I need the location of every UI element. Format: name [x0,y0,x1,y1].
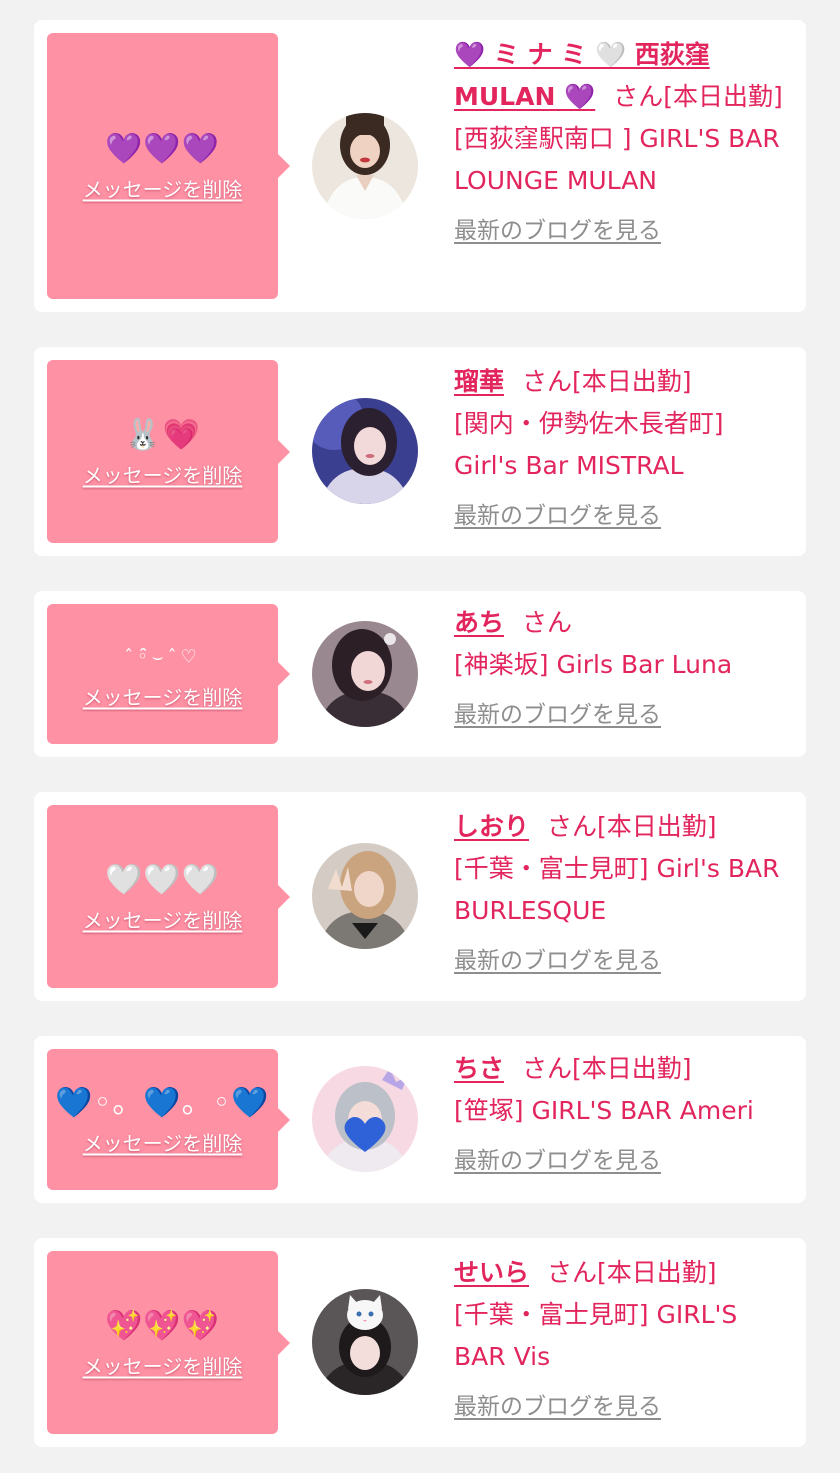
message-card: 💜💜💜 メッセージを削除 💜 ミ ナ ミ 🤍 西荻窪 MULAN 💜 さん[本日出… [34,20,806,312]
delete-message-link[interactable]: メッセージを削除 [83,1127,243,1156]
latest-blog-link[interactable]: 最新のブログを見る [454,694,794,736]
avatar[interactable] [312,1066,418,1172]
latest-blog-link[interactable]: 最新のブログを見る [454,1386,794,1428]
message-card: 💖💖💖 メッセージを削除 せいら さん[本日出勤] [千葉・富士見町] GIRL'… [34,1238,806,1447]
latest-blog-link[interactable]: 最新のブログを見る [454,940,794,982]
girl-name-link[interactable]: せいら [454,1258,529,1287]
girl-info: せいら さん[本日出勤] [千葉・富士見町] GIRL'S BAR Vis 最新の… [454,1252,794,1428]
message-bubble: 🤍🤍🤍 メッセージを削除 [47,805,290,988]
message-bubble: 💖💖💖 メッセージを削除 [47,1251,290,1434]
message-bubble: 💙◦。💙。◦💙 メッセージを削除 [47,1049,290,1190]
message-text: 🐰💗 [124,417,201,452]
shop-name: [神楽坂] Girls Bar Luna [454,650,733,679]
avatar[interactable] [312,843,418,949]
name-suffix: さん[本日出勤] [613,82,783,111]
message-bubble: 🐰💗 メッセージを削除 [47,360,290,543]
shop-name: [西荻窪駅南口 ] GIRL'S BAR LOUNGE MULAN [454,124,780,195]
latest-blog-link[interactable]: 最新のブログを見る [454,210,794,252]
name-suffix: さん[本日出勤] [547,812,717,841]
shop-name: [千葉・富士見町] Girl's BAR BURLESQUE [454,854,780,925]
girl-info: 瑠華 さん[本日出勤] [関内・伊勢佐木長者町] Girl's Bar MISTR… [454,361,794,537]
avatar[interactable] [312,621,418,727]
girl-info: しおり さん[本日出勤] [千葉・富士見町] Girl's BAR BURLESQ… [454,806,794,982]
message-bubble: ˆ◦̑̑⌣ˆ♡ メッセージを削除 [47,604,290,744]
message-card: 🐰💗 メッセージを削除 瑠華 さん[本日出勤] [関内・伊勢佐木長者町] Girl… [34,347,806,556]
message-card: 💙◦。💙。◦💙 メッセージを削除 ちさ さん[本日出勤] [笹塚] GIRL'S … [34,1036,806,1203]
shop-name: [関内・伊勢佐木長者町] Girl's Bar MISTRAL [454,409,724,480]
girl-info: ちさ さん[本日出勤] [笹塚] GIRL'S BAR Ameri 最新のブログを… [454,1048,794,1182]
message-text: ˆ◦̑̑⌣ˆ♡ [124,646,201,668]
delete-message-link[interactable]: メッセージを削除 [83,682,243,711]
message-card: ˆ◦̑̑⌣ˆ♡ メッセージを削除 あち さん [神楽坂] Girls Bar Lu… [34,591,806,757]
girl-name-link[interactable]: あち [454,608,504,637]
delete-message-link[interactable]: メッセージを削除 [83,174,243,203]
girl-info: あち さん [神楽坂] Girls Bar Luna 最新のブログを見る [454,602,794,736]
message-bubble: 💜💜💜 メッセージを削除 [47,33,290,299]
delete-message-link[interactable]: メッセージを削除 [83,904,243,933]
message-text: 💖💖💖 [104,1308,221,1343]
message-text: 💙◦。💙。◦💙 [55,1085,270,1120]
latest-blog-link[interactable]: 最新のブログを見る [454,495,794,537]
message-text: 💜💜💜 [104,131,221,167]
name-suffix: さん[本日出勤] [522,367,692,396]
shop-name: [千葉・富士見町] GIRL'S BAR Vis [454,1300,738,1371]
delete-message-link[interactable]: メッセージを削除 [83,459,243,488]
avatar[interactable] [312,398,418,504]
shop-name: [笹塚] GIRL'S BAR Ameri [454,1096,754,1125]
delete-message-link[interactable]: メッセージを削除 [83,1350,243,1379]
girl-name-link[interactable]: しおり [454,812,529,841]
name-suffix: さん [522,608,573,637]
avatar[interactable] [312,113,418,219]
avatar[interactable] [312,1289,418,1395]
message-text: 🤍🤍🤍 [104,862,221,897]
name-suffix: さん[本日出勤] [522,1054,692,1083]
message-card: 🤍🤍🤍 メッセージを削除 しおり さん[本日出勤] [千葉・富士見町] Girl'… [34,792,806,1001]
latest-blog-link[interactable]: 最新のブログを見る [454,1140,794,1182]
name-suffix: さん[本日出勤] [547,1258,717,1287]
girl-name-link[interactable]: 瑠華 [454,367,504,396]
girl-info: 💜 ミ ナ ミ 🤍 西荻窪 MULAN 💜 さん[本日出勤] [西荻窪駅南口 ] … [454,34,794,252]
girl-name-link[interactable]: ちさ [454,1054,504,1083]
